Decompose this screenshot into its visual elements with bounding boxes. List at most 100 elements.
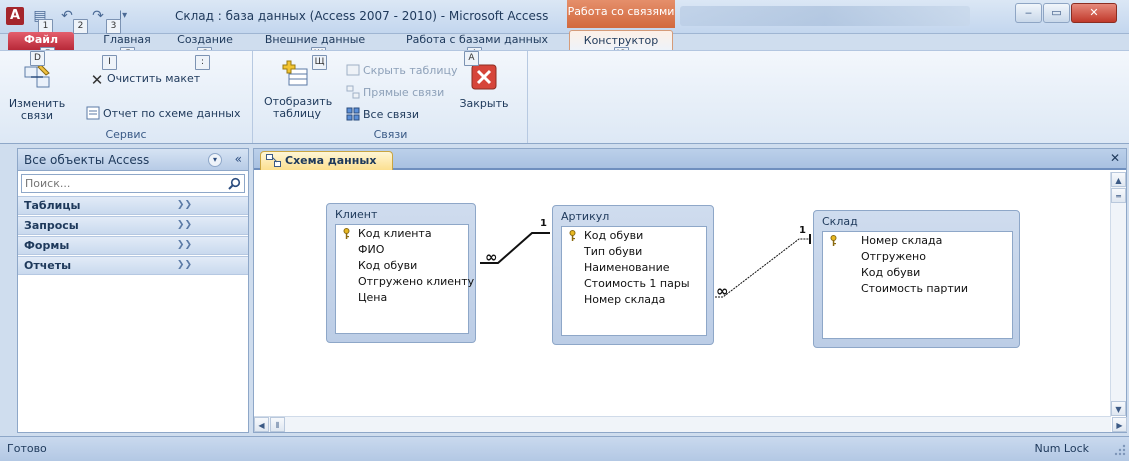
key-icon [830, 235, 837, 246]
nav-header[interactable]: Все объекты Access ▾ « [18, 149, 248, 171]
table-title: Склад [822, 215, 858, 228]
group-relations: Отобразить таблицу Скрыть таблицу Прямые… [254, 51, 528, 143]
scroll-right-icon[interactable]: ▶ [1112, 417, 1127, 432]
nav-group-reports[interactable]: Отчеты ❯❯ [18, 256, 248, 275]
relation-report-label: Отчет по схеме данных [103, 107, 241, 120]
field-item[interactable]: Цена [358, 291, 387, 305]
direct-relations-label: Прямые связи [363, 86, 445, 99]
ribbon: Изменить связи ✕ Очистить макет Отчет по … [0, 50, 1129, 144]
close-relations-button[interactable]: Закрыть [454, 61, 514, 110]
tab-relationships-label: Схема данных [285, 154, 377, 167]
field-item[interactable]: Стоимость 1 пары [584, 277, 690, 291]
minimize-button[interactable]: ‒ [1015, 3, 1042, 23]
field-item[interactable]: Номер склада [584, 293, 665, 307]
close-relations-label: Закрыть [459, 97, 509, 110]
keytip-clear-layout: I [102, 55, 117, 70]
close-icon[interactable]: ✕ [1110, 151, 1120, 165]
table-window-warehouse[interactable]: Склад Номер склада Отгружено Код обуви С… [813, 210, 1020, 348]
one-marker: 1 [799, 225, 806, 236]
edit-relations-button[interactable]: Изменить связи [8, 61, 66, 122]
field-item[interactable]: Отгружено клиенту [358, 275, 474, 289]
navigation-pane: Все объекты Access ▾ « Таблицы ❯❯ Запросы… [17, 148, 249, 433]
scroll-split-icon[interactable]: ═ [1111, 188, 1126, 203]
nav-title: Все объекты Access [24, 153, 150, 167]
table-window-article[interactable]: Артикул Код обуви Тип обуви Наименование… [552, 205, 714, 345]
edit-relations-label: Изменить связи [8, 97, 66, 122]
scroll-thumb[interactable]: ⦀ [270, 417, 285, 432]
chevron-down-icon: ❯❯ [176, 260, 192, 270]
search-icon[interactable] [228, 177, 241, 190]
field-item[interactable]: Код клиента [358, 227, 432, 241]
scroll-down-icon[interactable]: ▼ [1111, 401, 1126, 416]
keytip-show-table: Щ [312, 55, 327, 70]
nav-group-forms[interactable]: Формы ❯❯ [18, 236, 248, 255]
keytip-close: А [464, 51, 479, 66]
clear-layout-button[interactable]: ✕ Очистить макет [90, 71, 201, 89]
chevron-down-icon: ❯❯ [176, 200, 192, 210]
field-item[interactable]: Тип обуви [584, 245, 642, 259]
all-relations-button[interactable]: Все связи [346, 107, 419, 123]
maximize-button[interactable]: ▭ [1043, 3, 1070, 23]
clear-layout-icon: ✕ [90, 71, 104, 89]
field-item[interactable]: Отгружено [861, 250, 926, 264]
table-title: Клиент [335, 208, 378, 221]
table-window-client[interactable]: Клиент Код клиента ФИО Код обуви Отгруже… [326, 203, 476, 343]
search-input[interactable] [22, 175, 212, 192]
scroll-left-icon[interactable]: ◀ [254, 417, 269, 432]
field-list: Номер склада Отгружено Код обуви Стоимос… [822, 231, 1013, 339]
redo-icon[interactable]: ↷ [88, 6, 108, 26]
hide-table-label: Скрыть таблицу [363, 64, 458, 77]
many-marker: ∞ [485, 248, 498, 266]
key-icon [569, 230, 576, 241]
relationships-icon [266, 154, 281, 167]
window-title: Склад : база данных (Access 2007 - 2010)… [175, 9, 549, 23]
field-item[interactable]: Код обуви [358, 259, 417, 273]
field-item[interactable]: Наименование [584, 261, 669, 275]
relation-report-button[interactable]: Отчет по схеме данных [86, 106, 240, 122]
context-tab-title: Работа со связями [567, 0, 675, 28]
status-text: Готово [7, 442, 47, 455]
scroll-up-icon[interactable]: ▲ [1111, 172, 1126, 187]
show-table-icon [282, 60, 308, 86]
hide-table-button[interactable]: Скрыть таблицу [346, 63, 458, 79]
horizontal-scrollbar[interactable]: ◀ ⦀ ▶ [254, 416, 1127, 432]
show-table-label: Отобразить таблицу [264, 95, 333, 120]
field-item[interactable]: Стоимость партии [861, 282, 968, 296]
field-item[interactable]: Код обуви [584, 229, 643, 243]
document-tabstrip: Схема данных ✕ [254, 149, 1126, 170]
nav-group-label: Запросы [24, 219, 79, 232]
one-marker: 1 [540, 218, 547, 229]
nav-group-tables[interactable]: Таблицы ❯❯ [18, 196, 248, 215]
field-list: Код клиента ФИО Код обуви Отгружено клие… [335, 224, 474, 334]
relationships-canvas[interactable]: ∞ 1 ∞ 1 Клиент Код клиента ФИО Код обуви… [254, 172, 1111, 416]
table-title: Артикул [561, 210, 610, 223]
all-relations-label: Все связи [363, 108, 420, 121]
direct-relations-button[interactable]: Прямые связи [346, 85, 444, 101]
document-area: Схема данных ✕ ∞ 1 ∞ 1 Клиент Код клиент… [253, 148, 1127, 433]
nav-group-label: Таблицы [24, 199, 81, 212]
clear-layout-label: Очистить макет [107, 72, 201, 85]
close-window-button[interactable]: ✕ [1071, 3, 1117, 23]
access-logo-icon[interactable]: A [6, 7, 24, 25]
field-list: Код обуви Тип обуви Наименование Стоимос… [561, 226, 707, 336]
many-marker: ∞ [716, 282, 729, 300]
group-relations-label: Связи [373, 128, 408, 141]
vertical-scrollbar[interactable]: ▲ ═ ▼ [1110, 172, 1126, 416]
blurred-tab-region [680, 6, 970, 26]
nav-group-label: Формы [24, 239, 70, 252]
numlock-indicator: Num Lock [1034, 442, 1090, 455]
resize-grip-icon[interactable] [1113, 443, 1127, 457]
group-service: Изменить связи ✕ Очистить макет Отчет по … [0, 51, 253, 143]
keytip-relation-report: : [195, 55, 210, 70]
chevron-down-icon: ❯❯ [176, 220, 192, 230]
field-item[interactable]: Код обуви [861, 266, 920, 280]
key-icon [343, 228, 350, 239]
nav-group-queries[interactable]: Запросы ❯❯ [18, 216, 248, 235]
nav-dropdown-icon[interactable]: ▾ [208, 153, 222, 167]
ribbon-tab-row: Файл Главная Создание Внешние данные Раб… [0, 26, 1129, 71]
field-item[interactable]: ФИО [358, 243, 384, 257]
field-item[interactable]: Номер склада [861, 234, 942, 248]
nav-collapse-icon[interactable]: « [235, 152, 242, 166]
tab-relationships[interactable]: Схема данных [260, 151, 393, 170]
keytip-edit-relations: D [30, 51, 45, 66]
